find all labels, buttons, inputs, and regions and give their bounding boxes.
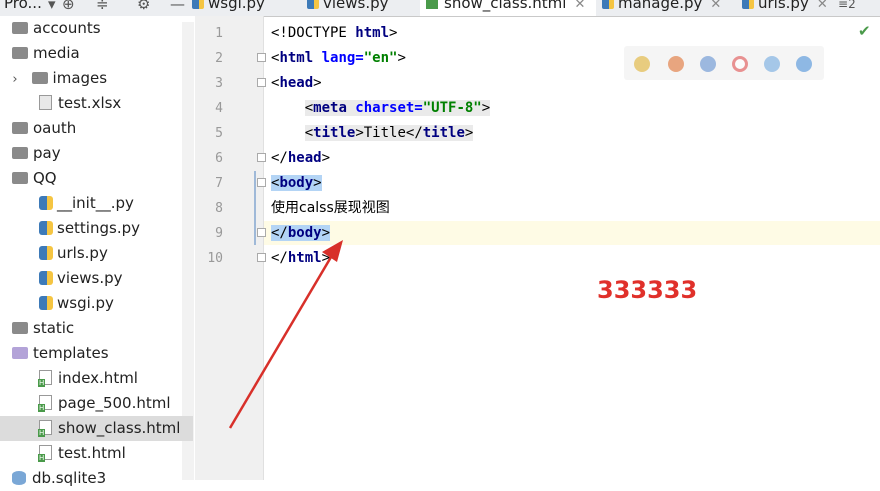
annotation-arrow [228,240,343,429]
annotation-label: 333333 [597,276,698,304]
